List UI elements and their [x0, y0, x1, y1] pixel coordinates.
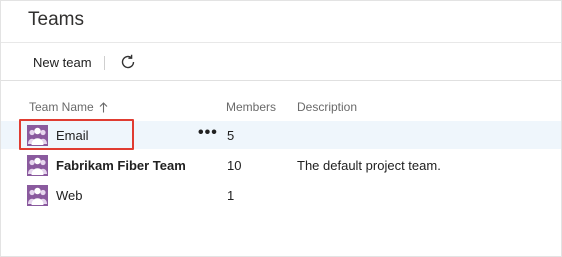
toolbar: New team	[1, 42, 561, 80]
column-header-members[interactable]: Members	[226, 100, 276, 114]
toolbar-divider	[1, 80, 561, 81]
team-icon	[27, 185, 48, 206]
toolbar-separator	[104, 56, 105, 70]
team-name-link[interactable]: Fabrikam Fiber Team	[56, 158, 186, 173]
column-header-team-name[interactable]: Team Name	[29, 100, 108, 114]
team-name-cell[interactable]: Web	[27, 185, 83, 206]
sort-ascending-icon	[99, 101, 108, 112]
table-row[interactable]: Fabrikam Fiber Team 10 The default proje…	[1, 151, 561, 179]
page-title: Teams	[28, 9, 84, 30]
members-count: 5	[227, 128, 235, 143]
callout-highlight-box	[19, 119, 134, 150]
team-icon	[27, 155, 48, 176]
new-team-button[interactable]: New team	[33, 55, 92, 70]
table-row[interactable]: Web 1	[1, 181, 561, 209]
refresh-icon	[121, 54, 135, 69]
more-actions-button[interactable]: •••	[198, 124, 218, 142]
column-header-description[interactable]: Description	[297, 100, 357, 114]
members-count: 1	[227, 188, 235, 203]
teams-page: Teams New team Team Name Members Descrip…	[0, 0, 562, 257]
refresh-button[interactable]	[118, 52, 138, 72]
members-count: 10	[227, 158, 242, 173]
team-name-cell[interactable]: Fabrikam Fiber Team	[27, 155, 186, 176]
team-name-link[interactable]: Web	[56, 188, 83, 203]
team-description: The default project team.	[297, 158, 441, 173]
column-header-team-name-label: Team Name	[29, 100, 94, 114]
